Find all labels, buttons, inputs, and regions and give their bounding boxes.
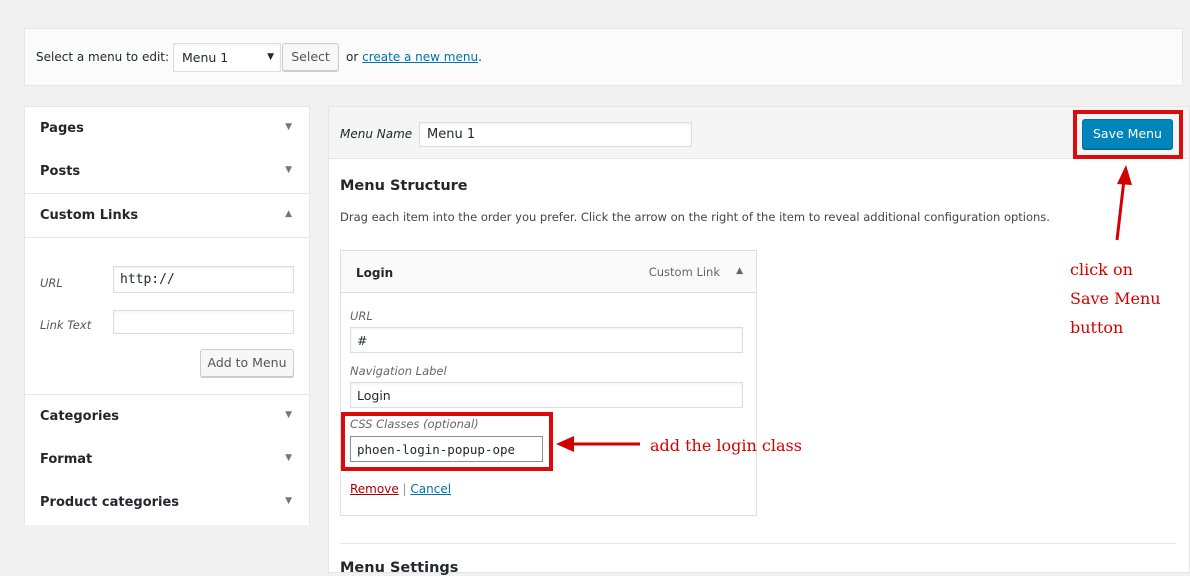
annotation-arrows xyxy=(556,165,1132,452)
css-class-annotation: add the login class xyxy=(650,436,802,455)
arrow-left-icon xyxy=(556,436,640,452)
annotation-line: Save Menu xyxy=(1070,289,1161,308)
save-menu-annotation: click on Save Menu button xyxy=(1070,255,1161,342)
annotation-line: click on xyxy=(1070,260,1133,279)
annotation-line: button xyxy=(1070,318,1124,337)
arrow-up-icon xyxy=(1115,165,1132,241)
